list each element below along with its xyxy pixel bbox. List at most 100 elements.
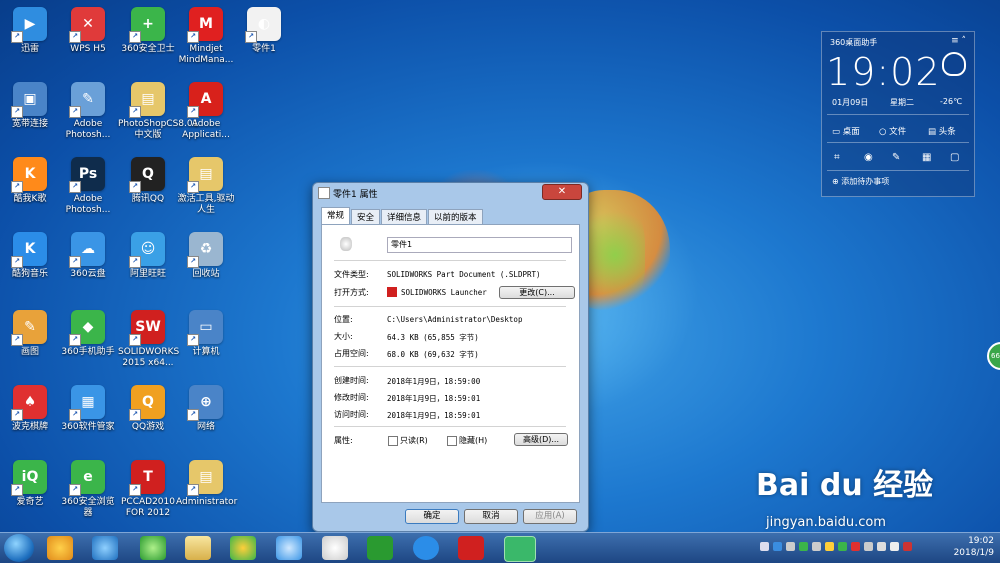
- taskbar: 19:02 2018/1/9: [0, 532, 1000, 563]
- desktop-icon-glyph: ♠: [23, 394, 37, 410]
- taskbar-solidworks-icon[interactable]: [458, 536, 484, 560]
- tray-shield-icon[interactable]: [825, 542, 834, 551]
- desktop-icon-label: 计算机: [192, 347, 220, 357]
- desktop-icon[interactable]: Ps ↗ Adobe Photosh...: [58, 157, 118, 216]
- calc-icon[interactable]: ▦: [922, 152, 931, 163]
- taskbar-app-icon[interactable]: [47, 536, 73, 560]
- modified-label: 修改时间:: [334, 393, 369, 402]
- tab-general[interactable]: 常规: [321, 207, 351, 224]
- tray-usb-icon[interactable]: [812, 542, 821, 551]
- dialog-tabs: 常规 安全 详细信息 以前的版本: [321, 207, 484, 224]
- desktop-icon[interactable]: M ↗ Mindjet MindMana...: [176, 7, 236, 66]
- advanced-button[interactable]: 高级(D)...: [514, 433, 568, 446]
- tray-volume-icon[interactable]: [903, 542, 912, 551]
- general-panel: 零件1 文件类型: SOLIDWORKS Part Document (.SLD…: [321, 224, 580, 503]
- change-button[interactable]: 更改(C)...: [499, 286, 575, 299]
- side-badge[interactable]: 66: [987, 342, 1000, 370]
- desktop-icon[interactable]: iQ ↗ 爱奇艺: [0, 460, 60, 508]
- tab-previous-versions[interactable]: 以前的版本: [428, 209, 483, 224]
- tray-arrow-icon[interactable]: [760, 542, 769, 551]
- desktop-icon[interactable]: Q ↗ 腾讯QQ: [118, 157, 178, 205]
- desktop-app-icon: ⊕ ↗: [187, 385, 223, 421]
- desktop-icon[interactable]: ▤ ↗ Administrator: [176, 460, 237, 508]
- crop-icon[interactable]: ⌗: [834, 152, 840, 163]
- taskbar-360-browser-icon[interactable]: [140, 536, 166, 560]
- desktop-icon-label: 腾讯QQ: [131, 194, 165, 204]
- desktop-icon[interactable]: ☁ ↗ 360云盘: [58, 232, 118, 280]
- desktop-icon[interactable]: ⊕ ↗ 网络: [176, 385, 236, 433]
- desktop-icon[interactable]: ▭ ↗ 计算机: [176, 310, 236, 358]
- tray-360-icon[interactable]: [799, 542, 808, 551]
- taskbar-ie-icon[interactable]: [92, 536, 118, 560]
- desktop-icon[interactable]: SW ↗ SOLIDWORKS 2015 x64...: [118, 310, 179, 369]
- desktop-icon[interactable]: ▤ ↗ 激活工具,驱动人生: [176, 157, 236, 216]
- widget-divider: [827, 170, 969, 171]
- tab-details[interactable]: 详细信息: [381, 209, 428, 224]
- taskbar-cloud-icon[interactable]: [276, 536, 302, 560]
- apply-button[interactable]: 应用(A): [523, 509, 577, 524]
- eye-icon[interactable]: ◉: [864, 152, 873, 163]
- desktop-icon[interactable]: ✎ ↗ Adobe Photosh...: [58, 82, 118, 141]
- close-button[interactable]: ✕: [542, 184, 582, 200]
- tray-security-icon[interactable]: [851, 542, 860, 551]
- file-name-field[interactable]: 零件1: [387, 237, 572, 253]
- desktop-icon[interactable]: ☺ ↗ 阿里旺旺: [118, 232, 178, 280]
- tray-flag-icon[interactable]: [864, 542, 873, 551]
- tray-display-icon[interactable]: [877, 542, 886, 551]
- tray-network-icon[interactable]: [890, 542, 899, 551]
- taskbar-360-icon[interactable]: [230, 536, 256, 560]
- taskbar-explorer-icon[interactable]: [185, 536, 211, 560]
- shortcut-arrow-icon: ↗: [187, 409, 199, 421]
- desktop-icon[interactable]: ▦ ↗ 360软件管家: [58, 385, 118, 433]
- desktop-icon-glyph: ☺: [140, 241, 156, 257]
- hidden-checkbox[interactable]: [447, 436, 457, 446]
- tray-help-icon[interactable]: [773, 542, 782, 551]
- desktop-icon[interactable]: e ↗ 360安全浏览器: [58, 460, 118, 519]
- taskbar-kugou-icon[interactable]: [413, 536, 439, 560]
- desktop-icon[interactable]: ◐ ↗ 零件1: [234, 7, 294, 55]
- desktop-icon[interactable]: K ↗ 酷我K歌: [0, 157, 60, 205]
- desktop-icon[interactable]: ♻ ↗ 回收站: [176, 232, 236, 280]
- shortcut-arrow-icon: ↗: [69, 484, 81, 496]
- desktop-icon[interactable]: + ↗ 360安全卫士: [118, 7, 178, 55]
- desktop-icon[interactable]: ✎ ↗ 画图: [0, 310, 60, 358]
- shortcut-arrow-icon: ↗: [187, 31, 199, 43]
- taskbar-active-app-icon[interactable]: [504, 536, 536, 562]
- widget-menu-icon[interactable]: ≡ ˄: [951, 36, 966, 46]
- widget-nav-desktop[interactable]: ▭ 桌面: [832, 125, 860, 137]
- desktop-icon[interactable]: K ↗ 酷狗音乐: [0, 232, 60, 280]
- shortcut-arrow-icon: ↗: [129, 484, 141, 496]
- tray-app-icon[interactable]: [838, 542, 847, 551]
- desktop-icon[interactable]: ♠ ↗ 波克棋牌: [0, 385, 60, 433]
- add-todo-button[interactable]: ⊕ 添加待办事项: [832, 176, 889, 187]
- desktop-icon-label: WPS H5: [70, 44, 106, 54]
- desktop-icon-glyph: ◐: [257, 16, 271, 32]
- taskbar-part-icon[interactable]: [322, 536, 348, 560]
- cancel-button[interactable]: 取消: [464, 509, 518, 524]
- readonly-checkbox[interactable]: [388, 436, 398, 446]
- start-button[interactable]: [4, 534, 34, 562]
- desktop-app-icon: Q ↗: [129, 385, 165, 421]
- tab-security[interactable]: 安全: [351, 209, 381, 224]
- shortcut-arrow-icon: ↗: [11, 106, 23, 118]
- desktop-icon[interactable]: ✕ ↗ WPS H5: [58, 7, 118, 55]
- window-icon[interactable]: ▢: [950, 152, 959, 163]
- note-icon[interactable]: ✎: [892, 152, 900, 163]
- dialog-titlebar[interactable]: 零件1 属性 ✕: [313, 183, 588, 202]
- desktop-icon[interactable]: ▣ ↗ 宽带连接: [0, 82, 60, 130]
- shortcut-arrow-icon: ↗: [129, 334, 141, 346]
- desktop-icon[interactable]: ▤ ↗ PhotoShopCS8.01中文版: [118, 82, 198, 141]
- desktop-icon[interactable]: ▶ ↗ 迅雷: [0, 7, 60, 55]
- ok-button[interactable]: 确定: [405, 509, 459, 524]
- taskbar-clock[interactable]: 19:02 2018/1/9: [954, 535, 994, 559]
- widget-nav-news[interactable]: ▤ 头条: [928, 125, 956, 137]
- desktop-icon[interactable]: A ↗ Adobe Applicati...: [176, 82, 236, 141]
- divider: [334, 306, 566, 307]
- desktop-icon[interactable]: Q ↗ QQ游戏: [118, 385, 178, 433]
- shortcut-arrow-icon: ↗: [187, 334, 199, 346]
- widget-nav-files[interactable]: ○ 文件: [879, 125, 906, 137]
- tray-keyboard-icon[interactable]: [786, 542, 795, 551]
- desktop-icon[interactable]: ◆ ↗ 360手机助手: [58, 310, 118, 358]
- desktop-icon[interactable]: T ↗ PCCAD2010 FOR 2012: [118, 460, 178, 519]
- taskbar-iqiyi-icon[interactable]: [367, 536, 393, 560]
